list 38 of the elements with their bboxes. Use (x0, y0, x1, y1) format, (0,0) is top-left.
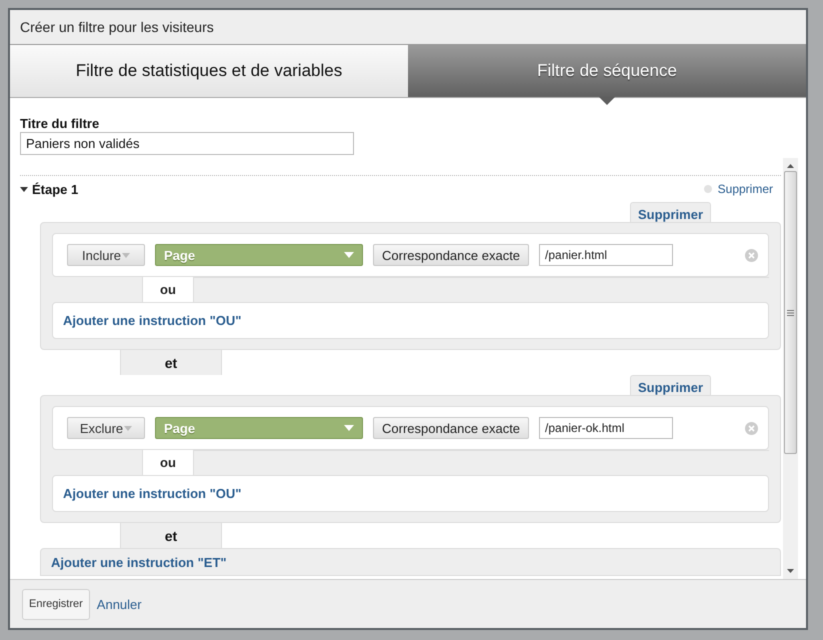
dialog-title: Créer un filtre pour les visiteurs (20, 19, 214, 35)
or-label: ou (160, 455, 176, 470)
and-label: et (164, 354, 178, 370)
clear-icon[interactable] (745, 422, 758, 434)
match-type-button[interactable]: Correspondance exacte (373, 417, 530, 439)
step-label: Étape 1 (32, 182, 78, 196)
dot-icon (704, 185, 712, 193)
caret-icon (122, 252, 130, 258)
tab[interactable]: Filtre de séquence (408, 45, 806, 97)
add-or-link[interactable]: Ajouter une instruction "OU" (63, 313, 242, 328)
value-field[interactable]: /panier.html (539, 244, 674, 266)
scroll-down-icon[interactable] (787, 569, 794, 573)
match-type-button[interactable]: Correspondance exacte (373, 244, 530, 266)
value-field[interactable]: /panier-ok.html (539, 417, 674, 439)
caret-icon (344, 252, 354, 258)
disclosure-triangle-icon[interactable] (20, 186, 28, 192)
field-label: Titre du filtre (20, 116, 100, 131)
mode-dropdown[interactable]: Inclure (67, 244, 145, 266)
clear-icon[interactable] (745, 248, 758, 262)
or-label: ou (160, 282, 176, 297)
cancel-link[interactable]: Annuler (96, 596, 142, 612)
selection-pointer-icon (599, 97, 615, 105)
scroll-up-icon[interactable] (787, 164, 794, 168)
caret-icon (124, 426, 132, 430)
and-label: et (164, 528, 178, 544)
add-or-link[interactable]: Ajouter une instruction "OU" (63, 486, 242, 501)
add-and-link[interactable]: Ajouter une instruction "ET" (51, 554, 227, 570)
grip-icon (787, 310, 794, 316)
delete-tab[interactable]: Supprimer (630, 202, 711, 222)
delete-tab[interactable]: Supprimer (630, 375, 711, 395)
scrollbar-thumb[interactable] (784, 171, 797, 454)
caret-icon (344, 425, 354, 431)
delete-step-link[interactable]: Supprimer (718, 182, 773, 196)
tab[interactable]: Filtre de statistiques et de variables (10, 45, 408, 97)
scrollbar[interactable] (783, 158, 798, 579)
mode-dropdown[interactable]: Exclure (67, 417, 145, 439)
filter-title-field[interactable]: Paniers non validés (20, 132, 354, 155)
save-button[interactable]: Enregistrer (22, 588, 90, 620)
